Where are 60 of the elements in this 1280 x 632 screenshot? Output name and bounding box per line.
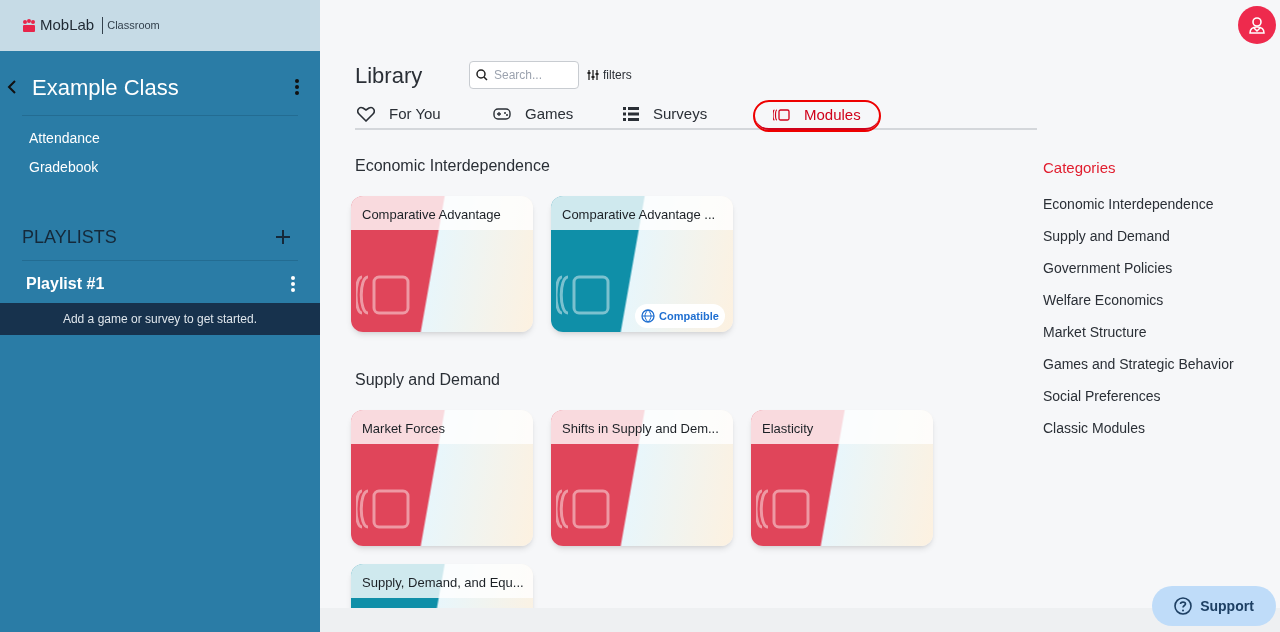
module-title: Shifts in Supply and Dem...: [551, 410, 733, 444]
category-link[interactable]: Games and Strategic Behavior: [1043, 353, 1234, 375]
library-tab[interactable]: Surveys: [621, 100, 755, 128]
module-thumbnail[interactable]: Elasticity: [751, 410, 933, 546]
back-icon[interactable]: [6, 79, 18, 95]
search-field[interactable]: Search...: [469, 61, 579, 89]
category-link[interactable]: Market Structure: [1043, 321, 1234, 343]
search-icon: [476, 69, 488, 81]
section-heading: Supply and Demand: [355, 370, 501, 390]
add-icon[interactable]: [276, 230, 290, 244]
module-title: Comparative Advantage: [351, 196, 533, 230]
sliders-icon: [587, 69, 599, 81]
modules-icon: [756, 489, 811, 529]
gamepad-icon: [493, 108, 511, 120]
filters-button[interactable]: filters: [587, 66, 632, 84]
help-icon: [1174, 597, 1193, 615]
categories-heading: Categories: [1043, 158, 1117, 178]
module-thumbnail[interactable]: Supply, Demand, and Equ...: [351, 564, 533, 608]
library-tab[interactable]: For You: [355, 100, 491, 128]
playlist-name[interactable]: Playlist #1: [26, 272, 290, 296]
list-icon: [623, 107, 639, 121]
support-button[interactable]: Support: [1152, 586, 1276, 626]
more-icon[interactable]: [290, 275, 296, 293]
modules-icon: [556, 489, 611, 529]
brand-name: MobLab: [40, 15, 95, 36]
module-title: Supply, Demand, and Equ...: [351, 564, 533, 598]
module-thumbnail[interactable]: Comparative Advantage: [351, 196, 533, 332]
account-button[interactable]: [1238, 6, 1276, 44]
category-link[interactable]: Supply and Demand: [1043, 225, 1234, 247]
compatible-badge: Compatible: [635, 304, 725, 328]
empty-playlist-message: Add a game or survey to get started.: [0, 303, 320, 335]
playlists-heading: PLAYLISTS: [22, 225, 118, 249]
globe-icon: [641, 309, 656, 323]
modules-icon: [356, 489, 411, 529]
module-title: Market Forces: [351, 410, 533, 444]
module-thumbnail[interactable]: Market Forces: [351, 410, 533, 546]
module-thumbnail[interactable]: Comparative Advantage ... Compatible: [551, 196, 733, 332]
modules-icon: [773, 109, 790, 121]
library-title: Library: [355, 61, 424, 90]
more-icon[interactable]: [294, 78, 300, 96]
sidebar-link[interactable]: Attendance: [29, 128, 320, 149]
modules-icon: [556, 275, 611, 315]
category-link[interactable]: Welfare Economics: [1043, 289, 1234, 311]
category-link[interactable]: Economic Interdependence: [1043, 193, 1234, 215]
category-link[interactable]: Social Preferences: [1043, 385, 1234, 407]
logo-icon: [22, 18, 36, 33]
product-name: Classroom: [102, 17, 160, 34]
module-title: Comparative Advantage ...: [551, 196, 733, 230]
category-link[interactable]: Government Policies: [1043, 257, 1234, 279]
category-link[interactable]: Classic Modules: [1043, 417, 1234, 439]
module-thumbnail[interactable]: Shifts in Supply and Dem...: [551, 410, 733, 546]
module-title: Elasticity: [751, 410, 933, 444]
heart-icon: [357, 106, 375, 122]
modules-icon: [356, 275, 411, 315]
library-tab[interactable]: Modules: [755, 102, 879, 130]
sidebar-link[interactable]: Gradebook: [29, 157, 320, 178]
class-title: Example Class: [32, 73, 180, 102]
library-tab[interactable]: Games: [491, 100, 621, 128]
section-heading: Economic Interdependence: [355, 156, 551, 176]
user-icon: [1247, 15, 1267, 35]
